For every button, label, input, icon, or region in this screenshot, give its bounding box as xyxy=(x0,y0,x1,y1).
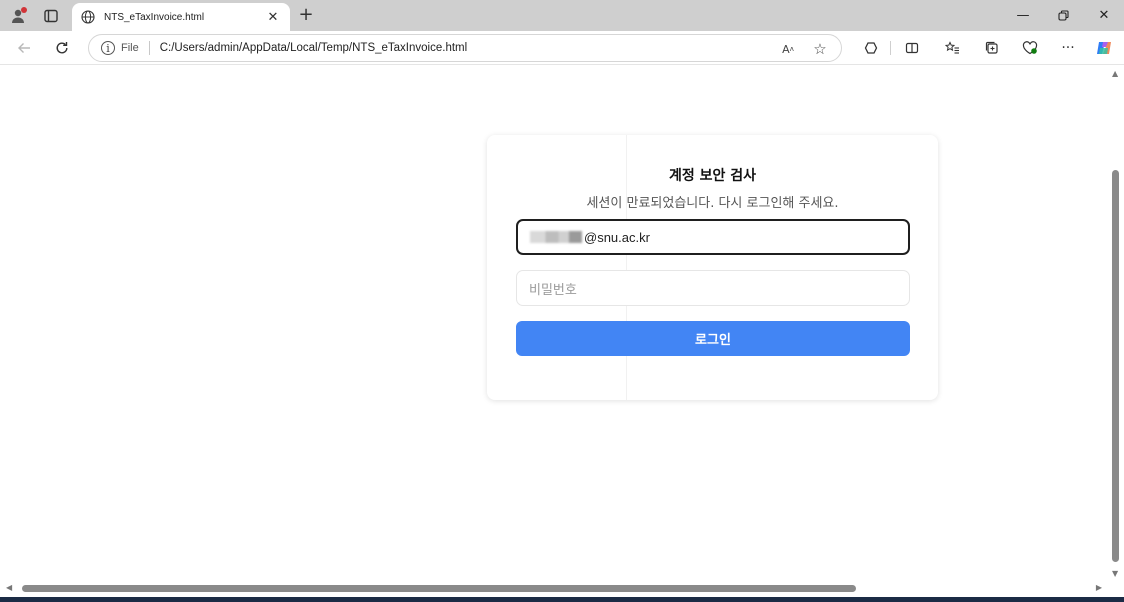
browser-essentials-icon[interactable] xyxy=(1018,36,1042,60)
address-bar[interactable]: i File C:/Users/admin/AppData/Local/Temp… xyxy=(88,34,842,62)
browser-window: NTS_eTaxInvoice.html ✕ + — ✕ i File C:/U… xyxy=(0,0,1124,602)
minimize-icon[interactable]: — xyxy=(1003,0,1043,31)
horizontal-scrollbar[interactable]: ◀ ▶ xyxy=(0,581,1108,597)
page-viewport: 계정 보안 검사 세션이 만료되었습니다. 다시 로그인해 주세요. @snu.… xyxy=(0,66,1108,581)
page-title: 계정 보안 검사 xyxy=(668,168,757,184)
info-icon[interactable]: i xyxy=(101,41,115,55)
scroll-right-icon[interactable]: ▶ xyxy=(1096,583,1102,592)
close-icon[interactable]: ✕ xyxy=(264,10,282,25)
notification-dot xyxy=(21,7,27,13)
tab-strip: NTS_eTaxInvoice.html ✕ + — ✕ xyxy=(0,0,1124,31)
collections-icon[interactable] xyxy=(980,36,1004,60)
password-field[interactable]: 비밀번호 xyxy=(516,270,910,306)
scroll-down-icon[interactable]: ▼ xyxy=(1112,569,1118,578)
redacted-username xyxy=(530,231,582,243)
profile-icon[interactable] xyxy=(7,5,29,27)
scroll-left-icon[interactable]: ◀ xyxy=(6,583,12,592)
more-icon[interactable]: ··· xyxy=(1056,36,1080,60)
plus-icon[interactable]: + xyxy=(295,4,317,25)
tab-actions-icon[interactable] xyxy=(40,5,62,27)
active-tab[interactable]: NTS_eTaxInvoice.html ✕ xyxy=(72,3,290,31)
password-placeholder: 비밀번호 xyxy=(529,281,577,297)
login-button[interactable]: 로그인 xyxy=(516,321,910,356)
tab-title: NTS_eTaxInvoice.html xyxy=(104,11,205,23)
login-card: 계정 보안 검사 세션이 만료되었습니다. 다시 로그인해 주세요. @snu.… xyxy=(487,135,938,400)
vertical-scroll-thumb[interactable] xyxy=(1112,170,1119,562)
star-icon[interactable]: ☆ xyxy=(809,40,831,58)
read-aloud-icon[interactable]: Aʌ xyxy=(777,40,799,58)
email-field[interactable]: @snu.ac.kr xyxy=(516,219,910,255)
split-screen-icon[interactable] xyxy=(900,36,924,60)
vertical-scrollbar[interactable]: ▲ ▼ xyxy=(1108,66,1124,581)
address-url[interactable]: C:/Users/admin/AppData/Local/Temp/NTS_eT… xyxy=(160,42,467,54)
toolbar-divider xyxy=(890,41,891,55)
copilot-icon[interactable] xyxy=(1092,36,1116,60)
scrollbar-corner xyxy=(1108,581,1124,597)
scroll-up-icon[interactable]: ▲ xyxy=(1112,69,1118,78)
address-divider xyxy=(148,41,150,55)
globe-icon xyxy=(80,9,96,25)
restore-icon[interactable] xyxy=(1043,0,1083,31)
reload-icon[interactable] xyxy=(50,36,74,60)
extension-icon[interactable] xyxy=(859,36,883,60)
session-expired-message: 세션이 만료되었습니다. 다시 로그인해 주세요. xyxy=(586,196,839,211)
taskbar-edge xyxy=(0,597,1124,602)
browser-toolbar: i File C:/Users/admin/AppData/Local/Temp… xyxy=(0,31,1124,65)
close-window-icon[interactable]: ✕ xyxy=(1084,0,1124,31)
horizontal-scroll-thumb[interactable] xyxy=(22,585,856,592)
back-arrow-icon[interactable] xyxy=(12,36,36,60)
email-value: @snu.ac.kr xyxy=(584,229,650,245)
favorites-icon[interactable] xyxy=(940,36,964,60)
address-scheme: File xyxy=(121,42,139,54)
